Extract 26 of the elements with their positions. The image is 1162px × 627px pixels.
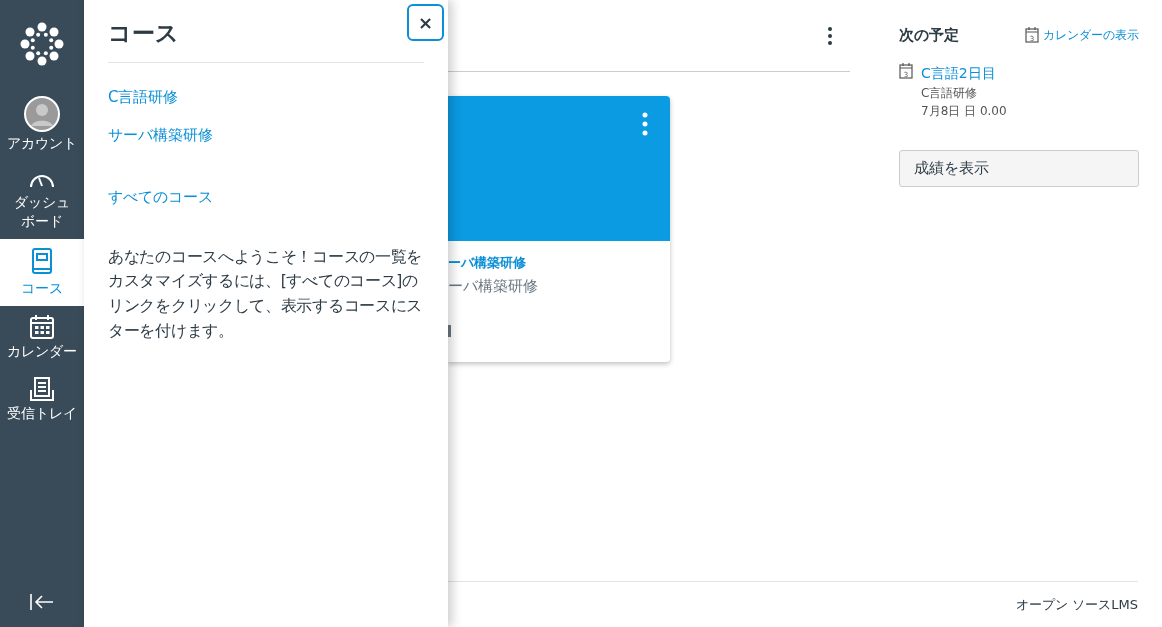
kebab-icon <box>642 112 648 136</box>
avatar-icon <box>24 96 60 132</box>
inbox-icon <box>29 376 55 403</box>
logo-icon <box>20 22 64 66</box>
nav-item[interactable]: アカウント <box>0 88 84 161</box>
nav-item[interactable]: ダッシュボード <box>0 160 84 239</box>
book-icon <box>30 246 54 277</box>
course-subtitle: ーバ構築研修 <box>448 275 539 297</box>
event-link[interactable]: C言語2日目 <box>921 62 1007 84</box>
tray-description: あなたのコースへようこそ！コースの一覧をカスタマイズするには、[すべてのコース]のリンクをクリックして、表示するコースにスターを付けます。 <box>108 246 423 342</box>
course-link[interactable]: サーバ構築研修 <box>108 123 213 147</box>
kebab-icon <box>828 27 832 45</box>
event-course: C言語研修 <box>921 84 979 102</box>
all-courses-link[interactable]: すべてのコース <box>108 185 213 209</box>
nav-item[interactable]: カレンダー <box>0 305 84 369</box>
course-title-link[interactable]: ーバ構築研修 <box>448 253 670 273</box>
nav-item[interactable]: 受信トレイ <box>0 368 84 432</box>
footer-text: オープン ソースLMS <box>1016 595 1138 614</box>
event-date: 7月8日 日 0.00 <box>921 102 1007 120</box>
section-heading: 次の予定 <box>899 25 959 46</box>
course-link[interactable]: C言語研修 <box>108 85 179 109</box>
collapse-icon <box>29 592 55 612</box>
calendar-icon <box>29 313 55 340</box>
view-grades-button[interactable]: 成績を表示 <box>899 149 1139 187</box>
nav-item[interactable]: コース <box>0 238 84 306</box>
card-icon <box>448 325 451 337</box>
